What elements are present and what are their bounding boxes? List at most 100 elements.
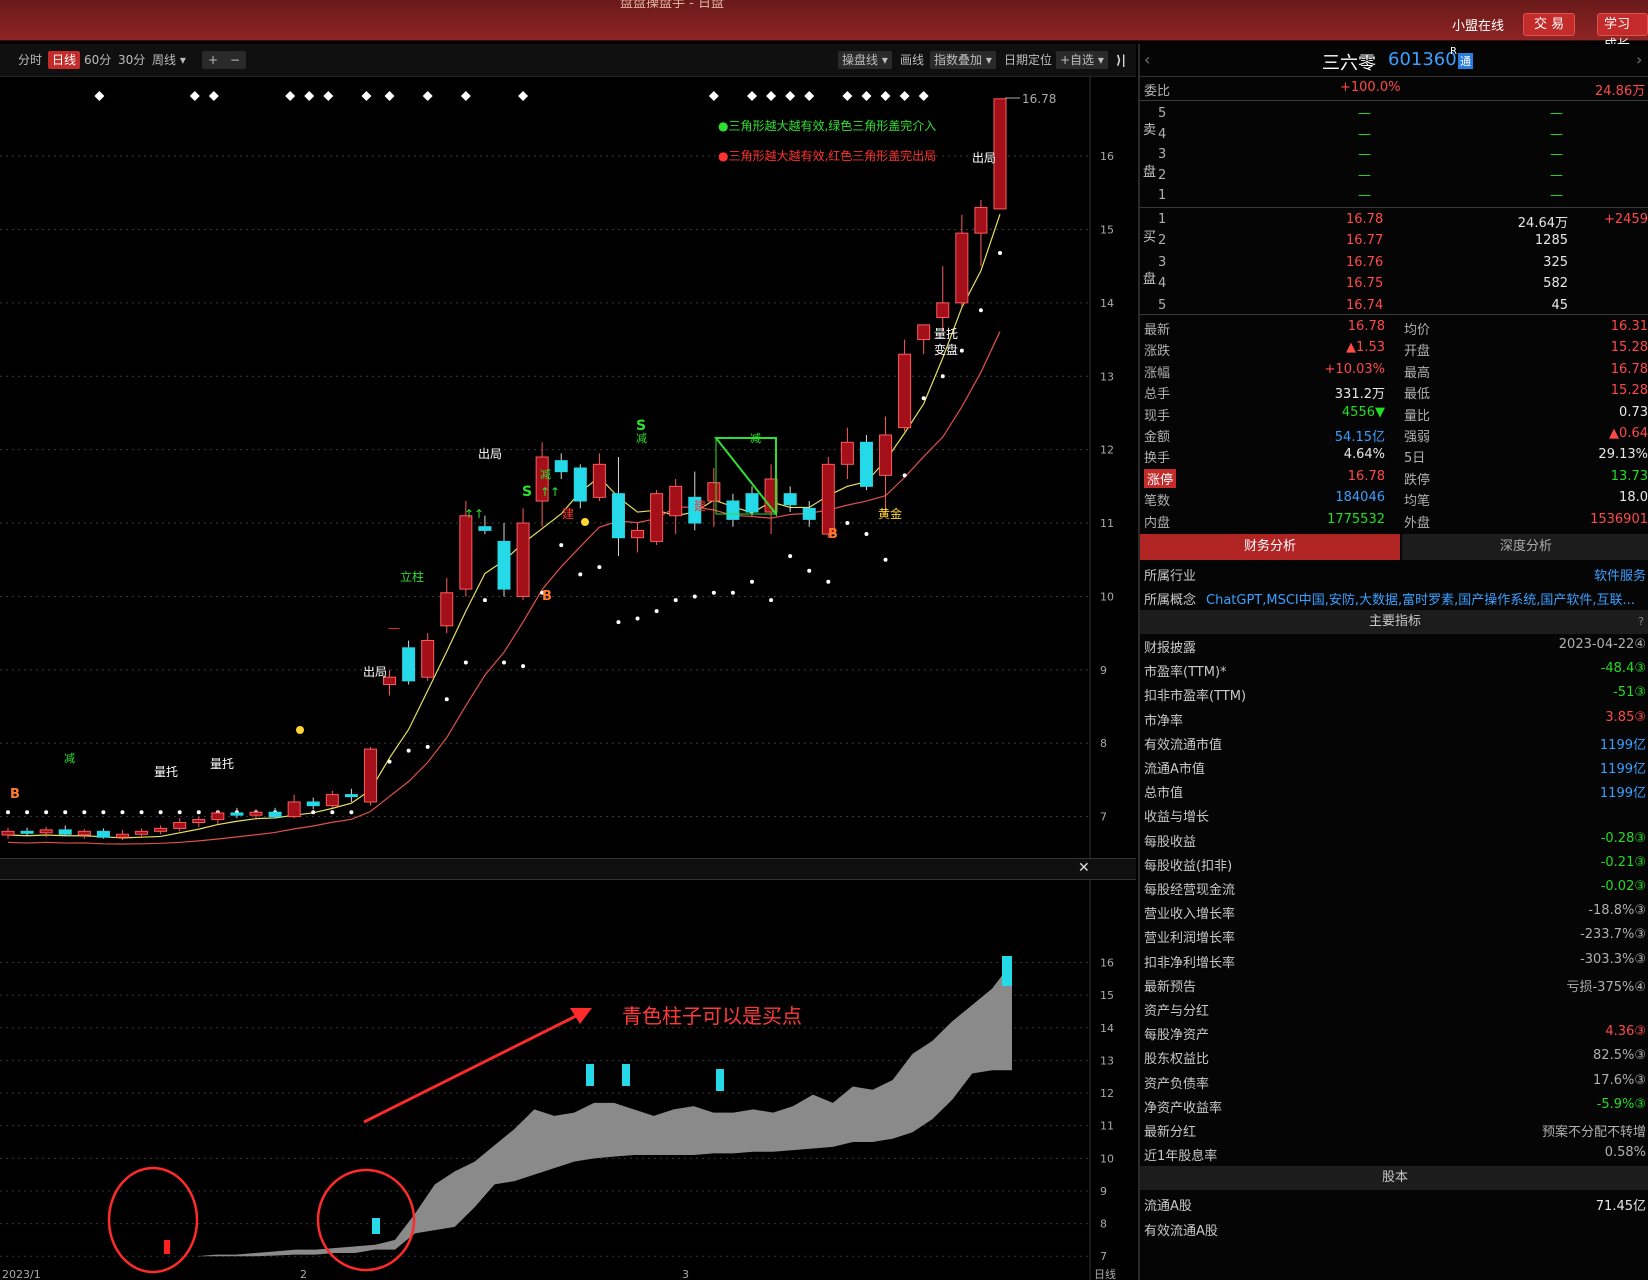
stat-label: 量比 — [1404, 408, 1431, 424]
buy-level-row: 3 16.76 325 — [1140, 253, 1648, 274]
signal-diamond — [766, 91, 777, 101]
title-bar: 盘盘操盘手 - 日盘 小盟在线 交 易 学习成长 — [0, 0, 1648, 53]
indicator-row[interactable]: 流通A股 71.45亿 — [1140, 1192, 1648, 1216]
y-tick-label: 8 — [1100, 1218, 1107, 1231]
zoom-in-button[interactable]: + — [202, 51, 224, 69]
indicator-row[interactable]: 营业收入增长率 -18.8%③ — [1140, 900, 1648, 924]
date-locate-button[interactable]: 日期定位 — [1000, 51, 1056, 69]
buy-volume: 325 — [1543, 254, 1568, 270]
chevron-left-icon[interactable]: ‹ — [1144, 50, 1150, 69]
indicator-row[interactable]: 流通A市值 1199亿 — [1140, 755, 1648, 779]
period-tab-weekly[interactable]: 周线 ▾ — [148, 51, 190, 69]
online-status[interactable]: 小盟在线 — [1452, 15, 1504, 34]
indicator-value: 71.45亿 — [1596, 1195, 1646, 1214]
indicator-row[interactable]: 每股经营现金流 -0.02③ — [1140, 876, 1648, 900]
candlestick — [497, 523, 511, 597]
stat-label: 均价 — [1404, 323, 1431, 338]
tab-depth[interactable]: 深度分析 — [1402, 534, 1648, 560]
stat-label: 换手 — [1144, 451, 1171, 467]
support-dot — [559, 543, 564, 548]
concept-value[interactable]: ChatGPT,MSCI中国,安防,大数据,富时罗素,国产操作系统,国产软件,互… — [1206, 589, 1646, 608]
zoom-out-button[interactable]: − — [224, 51, 246, 69]
signal-diamond — [785, 91, 796, 101]
collapse-panel-icon[interactable]: ⟩| — [1112, 51, 1130, 69]
candlestick — [573, 464, 587, 509]
signal-bar — [164, 1240, 170, 1254]
index-overlay-dropdown[interactable]: 指数叠加 ▾ — [930, 51, 996, 69]
tab-financial[interactable]: 财务分析 — [1140, 534, 1400, 560]
support-dot — [44, 810, 49, 815]
quote-stat-row: 总手 331.2万 最低 15.28 — [1140, 381, 1648, 402]
learn-button[interactable]: 学习成长 — [1597, 13, 1648, 53]
support-dot — [826, 579, 831, 584]
candlestick — [516, 508, 530, 601]
indicator-row[interactable]: 市净率 3.85③ — [1140, 707, 1648, 731]
indicator-row[interactable]: 有效流通A股 — [1140, 1217, 1648, 1241]
support-dot — [330, 810, 335, 815]
close-icon[interactable]: ✕ — [1078, 860, 1090, 876]
indicator-value: -0.21③ — [1601, 855, 1646, 870]
kline-chart[interactable]: 16 15 14 13 12 11 10 9 8 7 16 15 14 13 12 11 10 9 8 7 16.78… — [0, 76, 1136, 1280]
stat-value: 1536901 — [1590, 511, 1648, 527]
stat-label: 最低 — [1404, 387, 1431, 403]
support-dot — [177, 810, 182, 815]
indicator-row[interactable]: 每股净资产 4.36③ — [1140, 1021, 1648, 1045]
sell-volume: — — [1550, 126, 1563, 142]
buy-volume: 582 — [1543, 276, 1568, 292]
signal-jian-sell: 减 — [64, 752, 75, 765]
help-icon[interactable]: ? — [1638, 610, 1644, 634]
indicator-label: 流通A市值 — [1144, 762, 1205, 777]
indicator-row[interactable]: 财报披露 2023-04-22④ — [1140, 634, 1648, 658]
indicator-row[interactable]: 近1年股息率 0.58% — [1140, 1142, 1648, 1166]
draw-line-button[interactable]: 画线 — [896, 51, 928, 69]
caopanxian-dropdown[interactable]: 操盘线 ▾ — [838, 51, 892, 69]
indicator-row[interactable]: 总市值 1199亿 — [1140, 779, 1648, 803]
quote-stat-row: 现手 4556▼ 量比 0.73 — [1140, 403, 1648, 424]
add-watchlist-label: +自选 — [1060, 53, 1095, 67]
industry-value[interactable]: 软件服务 — [1594, 565, 1646, 584]
y-tick-label: 14 — [1100, 1022, 1114, 1035]
indicator-row[interactable]: 每股收益 -0.28③ — [1140, 828, 1648, 852]
trade-button[interactable]: 交 易 — [1523, 13, 1576, 36]
period-tab-daily[interactable]: 日线 — [48, 51, 81, 69]
period-tab-fenshi[interactable]: 分时 — [14, 51, 46, 69]
signal-diamond — [747, 91, 757, 101]
candlestick — [1, 827, 15, 839]
indicator-label: 总市值 — [1144, 786, 1184, 802]
indicator-row[interactable]: 营业利润增长率 -233.7%③ — [1140, 924, 1648, 948]
indicator-row[interactable]: 每股收益(扣非) -0.21③ — [1140, 852, 1648, 876]
add-watchlist-dropdown[interactable]: +自选 ▾ — [1056, 51, 1108, 69]
indicator-row[interactable]: 最新分红 预案不分配不转增 — [1140, 1118, 1648, 1142]
indicator-row[interactable]: 有效流通市值 1199亿 — [1140, 731, 1648, 755]
stock-code: 601360 — [1388, 49, 1457, 70]
indicator-row[interactable]: 股东权益比 82.5%③ — [1140, 1045, 1648, 1069]
indicator-row[interactable]: 扣非市盈率(TTM) -51③ — [1140, 682, 1648, 706]
indicator-row[interactable]: 市盈率(TTM)* -48.4③ — [1140, 658, 1648, 682]
indicator-number: 1199亿 — [1599, 762, 1646, 777]
annotation-arrow-line — [363, 1012, 581, 1124]
pane-divider[interactable] — [0, 858, 1136, 880]
candlestick — [917, 324, 931, 355]
indicator-value: 亏损-375%④ — [1566, 976, 1646, 995]
chevron-right-icon[interactable]: › — [1636, 50, 1642, 69]
max-price-label: 16.78 — [1022, 92, 1056, 106]
indicator-row[interactable]: 最新预告 亏损-375%④ — [1140, 973, 1648, 997]
support-dot — [349, 810, 354, 815]
candlestick — [936, 266, 950, 333]
candlestick — [955, 214, 969, 307]
indicator-row[interactable]: 资产负债率 17.6%③ — [1140, 1070, 1648, 1094]
candlestick — [96, 828, 110, 839]
period-tab-60min[interactable]: 60分 — [80, 51, 115, 69]
signal-arrows: ↑↑ — [464, 507, 484, 521]
candlestick — [669, 479, 683, 535]
level-number: 3 — [1158, 254, 1167, 270]
indicator-row[interactable]: 净资产收益率 -5.9%③ — [1140, 1094, 1648, 1118]
indicator-value: -18.8%③ — [1588, 903, 1646, 918]
period-tab-30min[interactable]: 30分 — [114, 51, 149, 69]
indicator-label: 每股净资产 — [1144, 1028, 1210, 1044]
sell-price: — — [1358, 167, 1371, 183]
support-dot — [25, 810, 30, 815]
weicha-value: 24.86万 — [1595, 84, 1646, 99]
indicator-row[interactable]: 扣非净利增长率 -303.3%③ — [1140, 949, 1648, 973]
sell-price: — — [1358, 106, 1371, 121]
